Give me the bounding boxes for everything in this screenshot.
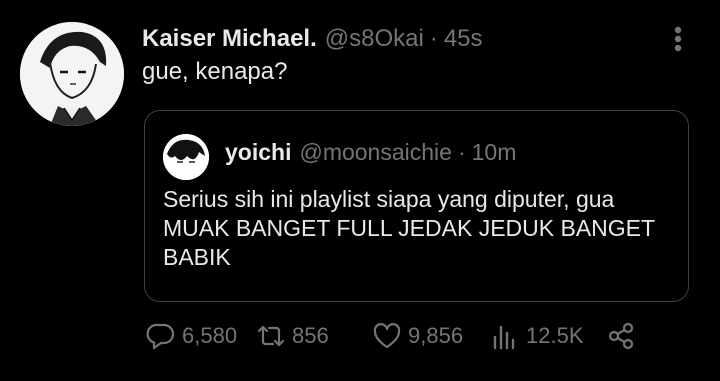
separator-dot: ·	[457, 139, 466, 165]
author-avatar-image	[20, 22, 124, 126]
reply-count: 6,580	[182, 323, 238, 348]
quoted-tweet-card[interactable]: yoichi @moonsaichie · 10m Serius sih ini…	[144, 110, 689, 302]
more-vertical-icon[interactable]	[668, 24, 688, 54]
tweet-timestamp[interactable]: 45s	[444, 25, 483, 53]
quoted-timestamp[interactable]: 10m	[472, 139, 517, 166]
retweet-icon	[257, 325, 285, 347]
views-icon	[493, 325, 515, 350]
share-button[interactable]	[606, 318, 642, 354]
quoted-author-avatar[interactable]	[163, 134, 209, 180]
author-handle[interactable]: @s8Okai	[325, 25, 424, 53]
author-display-name[interactable]: Kaiser Michael.	[142, 25, 317, 53]
author-header: Kaiser Michael. @s8Okai · 45s	[142, 22, 483, 56]
reply-icon	[146, 323, 175, 350]
quoted-avatar-image	[163, 134, 209, 180]
retweet-count: 856	[292, 323, 329, 348]
quoted-text: Serius sih ini playlist siapa yang diput…	[163, 185, 678, 272]
tweet-text: gue, kenapa?	[142, 58, 288, 85]
quoted-handle[interactable]: @moonsaichie	[299, 139, 451, 166]
quoted-display-name[interactable]: yoichi	[225, 139, 291, 166]
views-count: 12.5K	[526, 323, 584, 348]
tweet[interactable]: Kaiser Michael. @s8Okai · 45s gue, kenap…	[0, 0, 720, 381]
views-button[interactable]: 12.5K	[490, 318, 584, 354]
like-count: 9,856	[408, 323, 464, 348]
heart-icon	[373, 323, 401, 349]
like-button[interactable]: 9,856	[372, 318, 463, 354]
share-icon	[608, 322, 634, 350]
quoted-text-line: MUAK BANGET FULL JEDAK JEDUK BANGET	[163, 215, 656, 241]
quoted-header: yoichi @moonsaichie · 10m	[225, 139, 516, 166]
retweet-button[interactable]: 856	[256, 318, 329, 354]
quoted-text-line: BABIK	[163, 244, 231, 270]
reply-button[interactable]: 6,580	[146, 318, 237, 354]
author-avatar[interactable]	[20, 22, 124, 126]
action-bar: 6,580 856 9,856 12.5K	[146, 318, 666, 354]
separator-dot: ·	[429, 25, 438, 52]
quoted-text-line: Serius sih ini playlist siapa yang diput…	[163, 186, 615, 212]
